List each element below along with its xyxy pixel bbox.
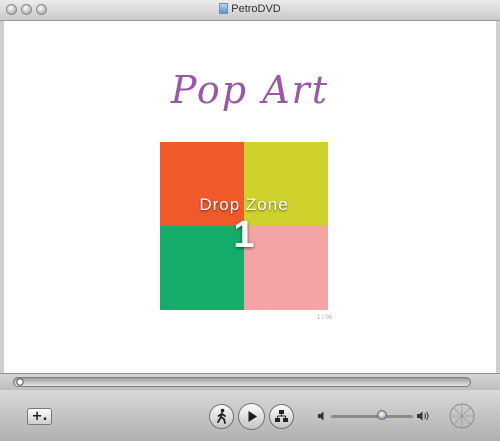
volume-track[interactable] bbox=[331, 415, 413, 418]
title-bar: PetroDVD bbox=[0, 0, 500, 21]
playhead-icon[interactable] bbox=[16, 378, 24, 386]
chapter-button[interactable] bbox=[269, 404, 294, 429]
volume-slider-knob[interactable] bbox=[376, 410, 387, 420]
window-title: PetroDVD bbox=[0, 3, 500, 15]
timeline-bar bbox=[0, 373, 500, 391]
add-button[interactable]: +. bbox=[27, 408, 52, 425]
resize-icon[interactable] bbox=[448, 402, 476, 430]
walk-icon bbox=[217, 408, 226, 424]
drop-zone-1[interactable]: Drop Zone 1 bbox=[160, 142, 328, 310]
walk-button[interactable] bbox=[209, 404, 234, 429]
dvd-preview-canvas: Pop Art Drop Zone 1 1 / 08 bbox=[4, 21, 496, 373]
volume-low-icon bbox=[318, 411, 324, 421]
menu-heading: Pop Art bbox=[170, 68, 330, 112]
play-icon bbox=[248, 411, 257, 422]
document-icon bbox=[219, 3, 229, 14]
volume-high-icon bbox=[417, 411, 429, 421]
play-button[interactable] bbox=[238, 403, 265, 430]
drop-zone-label: Drop Zone bbox=[199, 195, 289, 214]
control-bar: +. bbox=[0, 390, 500, 441]
drop-zone-number: 1 bbox=[233, 214, 255, 256]
chapter-icon bbox=[275, 410, 288, 422]
volume-control bbox=[317, 410, 429, 422]
page-caption: 1 / 08 bbox=[317, 315, 333, 321]
window-title-text: PetroDVD bbox=[231, 3, 281, 15]
timeline-track[interactable] bbox=[13, 377, 471, 387]
